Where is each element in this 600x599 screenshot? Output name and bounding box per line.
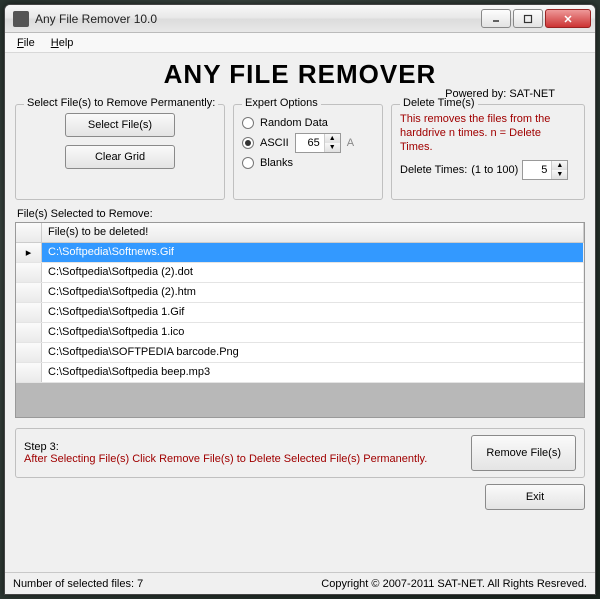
delete-times-group: Delete Time(s) This removes the files fr… xyxy=(391,104,585,200)
row-selector-icon[interactable]: ▸ xyxy=(16,243,42,262)
grid-empty-area xyxy=(16,383,584,417)
table-row[interactable]: C:\Softpedia\SOFTPEDIA barcode.Png xyxy=(16,343,584,363)
radio-icon xyxy=(242,157,254,169)
row-selector-icon[interactable] xyxy=(16,263,42,282)
grid-label: File(s) Selected to Remove: xyxy=(17,208,585,220)
ascii-value-input[interactable] xyxy=(296,134,324,152)
table-row[interactable]: C:\Softpedia\Softpedia 1.Gif xyxy=(16,303,584,323)
spin-up-icon[interactable]: ▲ xyxy=(325,134,340,143)
close-button[interactable] xyxy=(545,9,591,28)
app-icon xyxy=(13,11,29,27)
maximize-button[interactable] xyxy=(513,9,543,28)
row-selector-icon[interactable] xyxy=(16,283,42,302)
ascii-label: ASCII xyxy=(260,137,289,149)
app-window: Any File Remover 10.0 File Help ANY FILE… xyxy=(4,4,596,595)
titlebar[interactable]: Any File Remover 10.0 xyxy=(5,5,595,33)
table-row[interactable]: C:\Softpedia\Softpedia (2).dot xyxy=(16,263,584,283)
step3-title: Step 3: xyxy=(24,441,461,453)
radio-icon xyxy=(242,117,254,129)
window-title: Any File Remover 10.0 xyxy=(35,12,479,26)
menubar: File Help xyxy=(5,33,595,53)
menu-file[interactable]: File xyxy=(11,35,41,51)
expert-options-group: Expert Options Random Data ASCII ▲▼ A xyxy=(233,104,383,200)
random-data-option[interactable]: Random Data xyxy=(242,117,374,129)
table-row[interactable]: C:\Softpedia\Softpedia beep.mp3 xyxy=(16,363,584,383)
file-path-cell: C:\Softpedia\Softpedia 1.Gif xyxy=(42,303,584,322)
file-path-cell: C:\Softpedia\Softnews.Gif xyxy=(42,243,584,262)
blanks-option[interactable]: Blanks xyxy=(242,157,374,169)
row-selector-icon[interactable] xyxy=(16,343,42,362)
menu-help[interactable]: Help xyxy=(45,35,80,51)
table-row[interactable]: ▸C:\Softpedia\Softnews.Gif xyxy=(16,243,584,263)
step3-group: Step 3: After Selecting File(s) Click Re… xyxy=(15,428,585,478)
delete-times-legend: Delete Time(s) xyxy=(400,97,478,109)
remove-files-button[interactable]: Remove File(s) xyxy=(471,435,576,471)
file-path-cell: C:\Softpedia\Softpedia 1.ico xyxy=(42,323,584,342)
expert-options-legend: Expert Options xyxy=(242,97,321,109)
app-title: ANY FILE REMOVER xyxy=(15,59,585,90)
grid-body[interactable]: ▸C:\Softpedia\Softnews.GifC:\Softpedia\S… xyxy=(16,243,584,417)
delete-times-label: Delete Times: xyxy=(400,164,467,176)
row-selector-icon[interactable] xyxy=(16,303,42,322)
delete-times-desc: This removes the files from the harddriv… xyxy=(400,113,576,154)
step3-message: After Selecting File(s) Click Remove Fil… xyxy=(24,453,461,465)
minimize-button[interactable] xyxy=(481,9,511,28)
delete-times-spinner[interactable]: ▲▼ xyxy=(522,160,568,180)
delete-times-input[interactable] xyxy=(523,161,551,179)
file-grid: File(s) to be deleted! ▸C:\Softpedia\Sof… xyxy=(15,222,585,418)
row-selector-icon[interactable] xyxy=(16,323,42,342)
file-path-cell: C:\Softpedia\Softpedia (2).dot xyxy=(42,263,584,282)
grid-rowhead-header xyxy=(16,223,42,242)
table-row[interactable]: C:\Softpedia\Softpedia 1.ico xyxy=(16,323,584,343)
status-copyright: Copyright © 2007-2011 SAT-NET. All Right… xyxy=(321,578,587,590)
row-selector-icon[interactable] xyxy=(16,363,42,382)
ascii-option[interactable]: ASCII ▲▼ A xyxy=(242,133,374,153)
grid-col-header[interactable]: File(s) to be deleted! xyxy=(42,223,584,242)
table-row[interactable]: C:\Softpedia\Softpedia (2).htm xyxy=(16,283,584,303)
spin-down-icon[interactable]: ▼ xyxy=(552,170,567,179)
file-path-cell: C:\Softpedia\Softpedia (2).htm xyxy=(42,283,584,302)
file-path-cell: C:\Softpedia\Softpedia beep.mp3 xyxy=(42,363,584,382)
file-path-cell: C:\Softpedia\SOFTPEDIA barcode.Png xyxy=(42,343,584,362)
select-files-legend: Select File(s) to Remove Permanently: xyxy=(24,97,218,109)
select-files-group: Select File(s) to Remove Permanently: Se… xyxy=(15,104,225,200)
exit-button[interactable]: Exit xyxy=(485,484,585,510)
delete-times-range: (1 to 100) xyxy=(471,164,518,176)
blanks-label: Blanks xyxy=(260,157,293,169)
clear-grid-button[interactable]: Clear Grid xyxy=(65,145,175,169)
random-data-label: Random Data xyxy=(260,117,328,129)
spin-down-icon[interactable]: ▼ xyxy=(325,143,340,152)
radio-icon xyxy=(242,137,254,149)
ascii-spinner[interactable]: ▲▼ xyxy=(295,133,341,153)
statusbar: Number of selected files: 7 Copyright © … xyxy=(5,572,595,594)
select-files-button[interactable]: Select File(s) xyxy=(65,113,175,137)
spin-up-icon[interactable]: ▲ xyxy=(552,161,567,170)
ascii-suffix: A xyxy=(347,137,354,149)
status-file-count: Number of selected files: 7 xyxy=(13,578,143,590)
